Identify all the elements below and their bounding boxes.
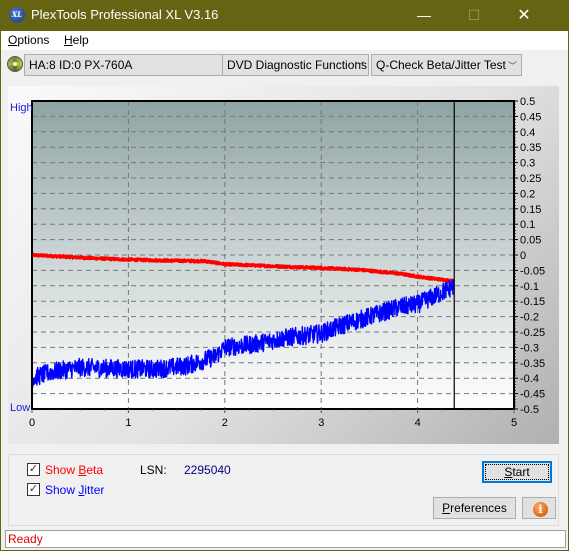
show-beta-label-pre: Show [45, 463, 79, 477]
y-tick-label: -0.45 [520, 389, 545, 401]
toolbar: HA:8 ID:0 PX-760A ﹀ DVD Diagnostic Funct… [1, 50, 568, 79]
app-logo-icon: XL [9, 7, 25, 23]
y-tick-label: -0.3 [520, 342, 539, 354]
y-tick-label: 0.2 [520, 188, 535, 200]
y-tick-label: 0.05 [520, 235, 541, 247]
show-jitter-label[interactable]: Show Jitter [45, 483, 104, 497]
y-tick-label: 0.5 [520, 96, 535, 108]
axis-label-high: High [10, 102, 33, 114]
y-tick-label: -0.5 [520, 404, 539, 416]
chevron-down-icon: ﹀ [507, 61, 517, 71]
y-tick-label: 0.25 [520, 173, 541, 185]
x-tick-label: 3 [318, 417, 324, 429]
x-tick-label: 5 [511, 417, 517, 429]
show-jitter-label-pre: Show [45, 483, 79, 497]
test-select[interactable]: Q-Check Beta/Jitter Test ﹀ [371, 54, 522, 76]
close-button[interactable]: ✕ [501, 0, 547, 31]
control-panel: ✓ Show Beta ✓ Show Jitter LSN: 2295040 S… [8, 454, 559, 526]
y-tick-label: 0.4 [520, 127, 535, 139]
y-tick-label: 0.35 [520, 142, 541, 154]
menu-options-label: ptions [17, 33, 50, 47]
status-bar: Ready [5, 530, 566, 548]
title-bar: XL PlexTools Professional XL V3.16 — ☐ ✕ [1, 0, 568, 31]
x-tick-label: 2 [222, 417, 228, 429]
y-tick-label: -0.35 [520, 358, 545, 370]
window-title: PlexTools Professional XL V3.16 [31, 7, 219, 22]
start-button[interactable]: Start [482, 461, 552, 483]
menu-help-mnemonic: H [64, 33, 73, 47]
preferences-button[interactable]: Preferences [433, 497, 516, 519]
show-jitter-checkbox[interactable]: ✓ [27, 483, 40, 496]
status-text: Ready [8, 532, 43, 546]
menu-bar: Options Help [1, 31, 568, 50]
y-tick-label: 0.3 [520, 158, 535, 170]
lsn-value: 2295040 [184, 463, 231, 477]
minimize-button[interactable]: — [401, 0, 447, 31]
preferences-rest: references [450, 501, 507, 515]
y-tick-label: -0.1 [520, 281, 539, 293]
y-tick-label: 0.1 [520, 219, 535, 231]
y-tick-label: 0 [520, 250, 526, 262]
show-beta-label-post: eta [86, 463, 104, 477]
x-tick-label: 1 [125, 417, 131, 429]
drive-select-value: HA:8 ID:0 PX-760A [29, 58, 133, 72]
menu-help-label: elp [72, 33, 89, 47]
y-tick-label: -0.05 [520, 265, 545, 277]
function-select[interactable]: DVD Diagnostic Functions ﹀ [222, 54, 369, 76]
start-rest: tart [512, 465, 530, 479]
info-icon: i [533, 502, 548, 517]
lsn-label: LSN: [140, 463, 167, 477]
show-beta-label[interactable]: Show Beta [45, 463, 103, 477]
function-select-value: DVD Diagnostic Functions [227, 58, 368, 72]
menu-help[interactable]: Help [64, 33, 89, 47]
maximize-button[interactable]: ☐ [451, 0, 497, 31]
beta-jitter-chart: 0.5 0.45 0.4 0.35 0.3 0.25 0.2 0.15 0.1 0.05 0 -0.0… [10, 96, 545, 429]
chevron-down-icon: ﹀ [354, 61, 364, 71]
y-tick-label: -0.2 [520, 312, 539, 324]
y-tick-label: -0.4 [520, 373, 539, 385]
start-button-label: Start [485, 464, 549, 480]
x-tick-label: 0 [29, 417, 35, 429]
menu-options[interactable]: Options [8, 33, 49, 47]
y-tick-label: 0.45 [520, 111, 541, 123]
disc-icon [7, 56, 23, 72]
info-button[interactable]: i [522, 497, 556, 519]
menu-options-mnemonic: O [8, 33, 18, 47]
x-tick-label: 4 [415, 417, 421, 429]
y-tick-label: -0.15 [520, 296, 545, 308]
show-beta-checkbox[interactable]: ✓ [27, 463, 40, 476]
axis-label-low: Low [10, 402, 30, 414]
app-window: XL PlexTools Professional XL V3.16 — ☐ ✕… [1, 0, 568, 550]
drive-select[interactable]: HA:8 ID:0 PX-760A ﹀ [24, 54, 239, 76]
preferences-mnemonic: P [442, 501, 451, 515]
chart-panel: 0.5 0.45 0.4 0.35 0.3 0.25 0.2 0.15 0.1 0.05 0 -0.0… [8, 86, 559, 444]
y-tick-label: -0.25 [520, 327, 545, 339]
test-select-value: Q-Check Beta/Jitter Test [376, 58, 506, 72]
show-jitter-label-post: itter [84, 483, 105, 497]
y-tick-label: 0.15 [520, 204, 541, 216]
